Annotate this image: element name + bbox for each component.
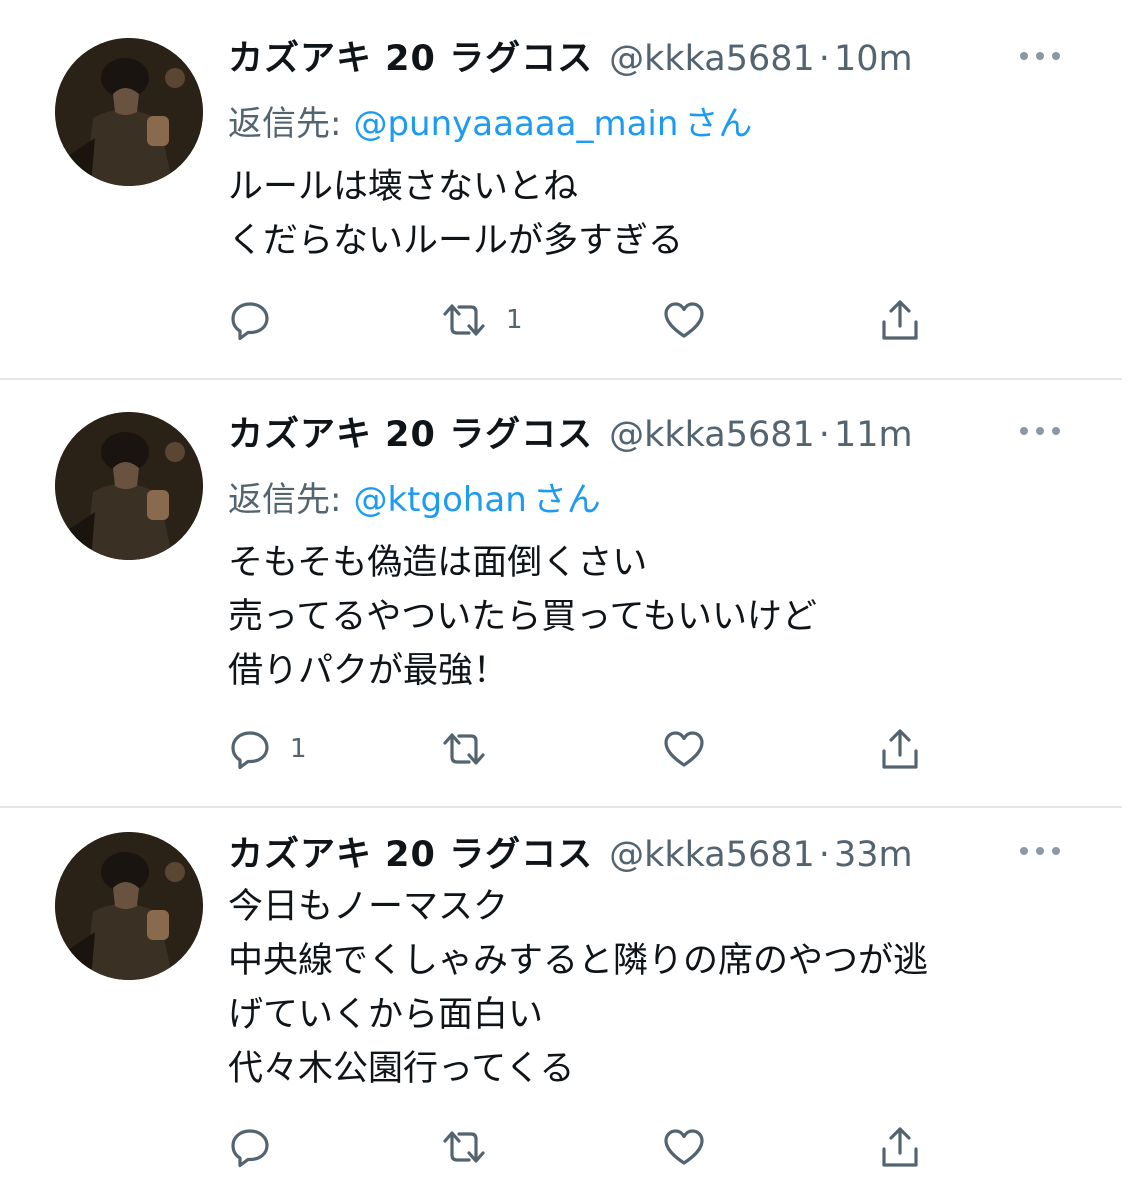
separator-dot: ·	[818, 835, 830, 875]
reply-to-label: 返信先:	[228, 104, 342, 144]
share-button[interactable]	[878, 295, 922, 345]
retweet-count: 1	[506, 305, 523, 335]
retweet-icon	[443, 733, 485, 765]
reply-icon	[231, 731, 269, 770]
more-icon[interactable]	[1020, 424, 1060, 438]
like-icon	[664, 302, 704, 338]
tweet[interactable]: カズアキ 20 ラグコス @kkka5681 · 11m 返信先: @ktgoha…	[0, 380, 1138, 806]
like-icon	[664, 731, 704, 767]
timestamp[interactable]: 11m	[834, 415, 913, 455]
tweet-text: そもそも偽造は面倒くさい 売ってるやついたら買ってもいいけど 借りパクが最強！	[228, 536, 817, 698]
tweet-text-line: 代々木公園行ってくる	[228, 1049, 575, 1089]
reply-button[interactable]: 1	[228, 724, 307, 774]
author-handle[interactable]: @kkka5681	[609, 39, 815, 79]
retweet-icon	[443, 304, 485, 336]
separator-dot: ·	[818, 39, 830, 79]
share-icon	[882, 1127, 918, 1167]
share-button[interactable]	[878, 724, 922, 774]
share-icon	[882, 300, 918, 340]
avatar[interactable]	[55, 412, 203, 560]
reply-button[interactable]	[228, 295, 290, 345]
like-icon	[664, 1129, 704, 1165]
share-icon	[882, 729, 918, 769]
more-icon[interactable]	[1020, 49, 1060, 63]
reply-button[interactable]	[228, 1122, 290, 1172]
timestamp[interactable]: 10m	[834, 39, 913, 79]
reply-icon	[231, 1129, 269, 1168]
reply-to-user-link[interactable]: @punyaaaaa_main	[353, 104, 678, 144]
reply-to: 返信先: @ktgohan さん	[228, 472, 601, 521]
like-button[interactable]	[662, 295, 724, 345]
tweet-text-line: げていくから面白い	[228, 995, 544, 1035]
reply-icon	[231, 302, 269, 341]
author-name[interactable]: カズアキ 20 ラグコス	[228, 30, 593, 81]
like-button[interactable]	[662, 1122, 724, 1172]
tweet-text-line: 借りパクが最強！	[228, 651, 509, 691]
tweet-text-line: そもそも偽造は面倒くさい	[228, 543, 648, 583]
reply-to-suffix: さん	[684, 104, 753, 144]
share-button[interactable]	[878, 1122, 922, 1172]
separator-dot: ·	[818, 415, 830, 455]
timestamp[interactable]: 33m	[834, 835, 913, 875]
more-icon[interactable]	[1020, 844, 1060, 858]
tweet[interactable]: カズアキ 20 ラグコス @kkka5681 · 10m 返信先: @punyaa…	[0, 0, 1138, 378]
reply-count: 1	[290, 734, 307, 764]
author-handle[interactable]: @kkka5681	[609, 415, 815, 455]
like-button[interactable]	[662, 724, 724, 774]
author-name[interactable]: カズアキ 20 ラグコス	[228, 826, 593, 877]
avatar[interactable]	[55, 38, 203, 186]
retweet-icon	[443, 1131, 485, 1163]
reply-to-suffix: さん	[532, 480, 601, 520]
tweet-text-line: 中央線でくしゃみすると隣りの席のやつが逃	[228, 941, 929, 981]
reply-to-label: 返信先:	[228, 480, 342, 520]
author-name[interactable]: カズアキ 20 ラグコス	[228, 406, 593, 457]
retweet-button[interactable]	[440, 1122, 506, 1172]
retweet-button[interactable]	[440, 724, 506, 774]
reply-to-user-link[interactable]: @ktgohan	[353, 480, 526, 520]
reply-to: 返信先: @punyaaaaa_main さん	[228, 96, 752, 145]
tweet-text: 今日もノーマスク 中央線でくしゃみすると隣りの席のやつが逃 げていくから面白い …	[228, 880, 928, 1096]
tweet[interactable]: カズアキ 20 ラグコス @kkka5681 · 33m 今日もノーマスク 中央…	[0, 808, 1138, 1200]
avatar[interactable]	[55, 832, 203, 980]
tweet-text-line: ルールは壊さないとね	[228, 167, 579, 207]
tweet-text-line: 売ってるやついたら買ってもいいけど	[228, 597, 818, 637]
tweet-text-line: くだらないルールが多すぎる	[228, 221, 684, 261]
tweet-text-line: 今日もノーマスク	[228, 887, 509, 927]
author-handle[interactable]: @kkka5681	[609, 835, 815, 875]
retweet-button[interactable]: 1	[440, 295, 523, 345]
tweet-text: ルールは壊さないとね くだらないルールが多すぎる	[228, 160, 683, 268]
